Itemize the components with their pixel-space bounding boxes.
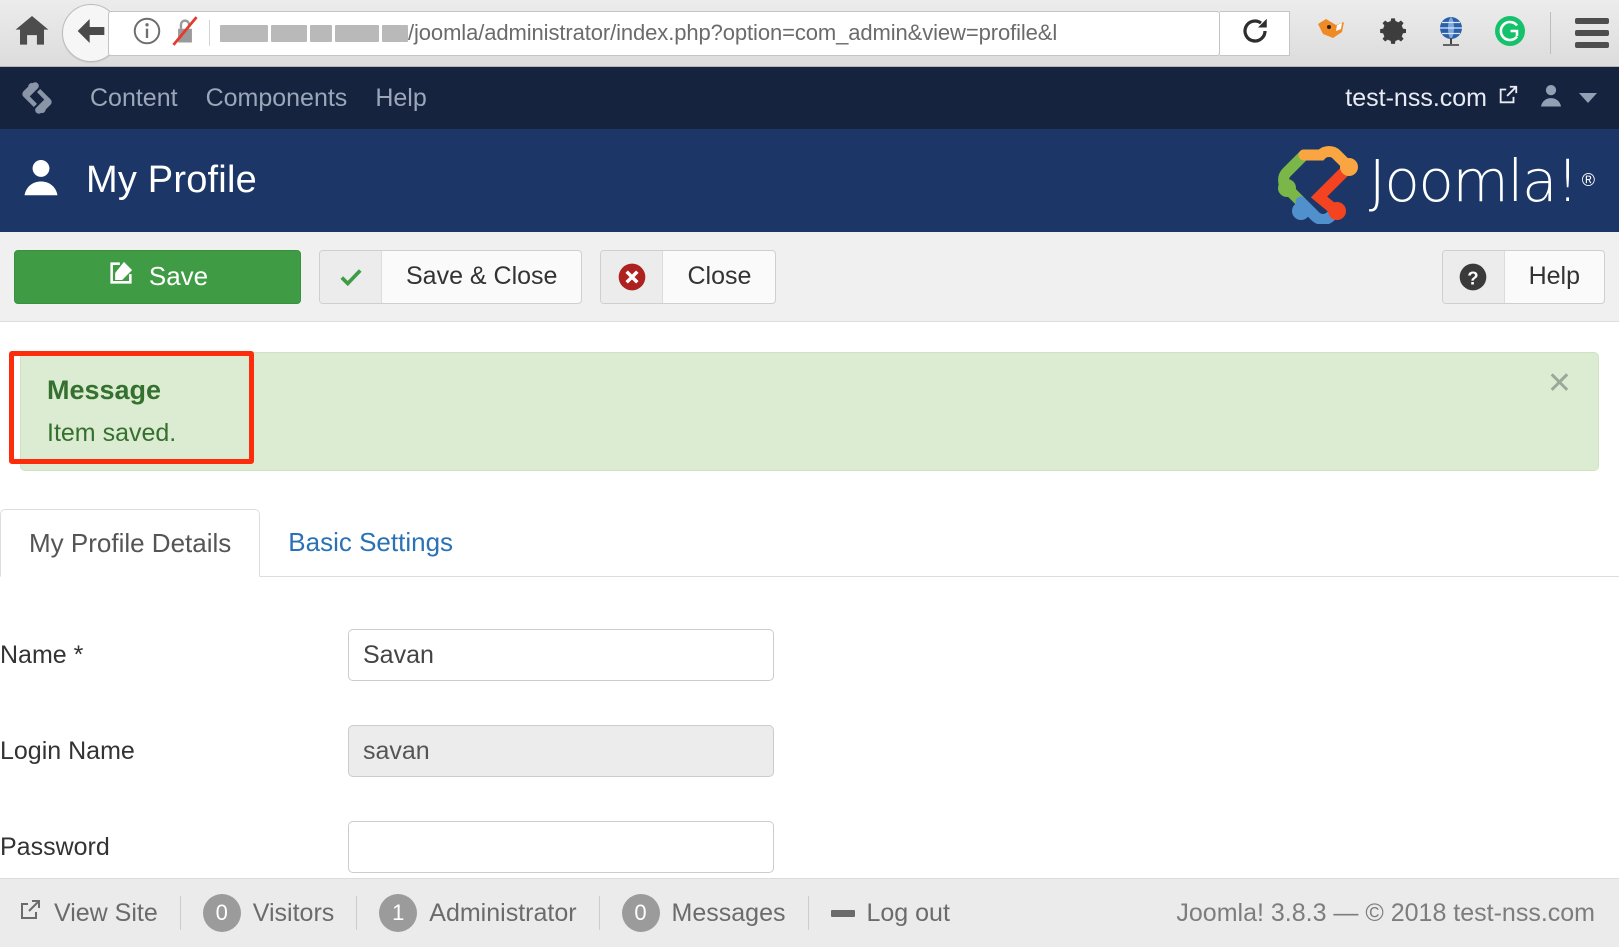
registered-mark: ® (1581, 170, 1595, 190)
save-and-close-label: Save & Close (406, 262, 558, 290)
logout-icon (830, 909, 855, 917)
back-arrow-icon (75, 16, 107, 51)
view-site-label: View Site (54, 898, 158, 927)
question-circle-icon: ? (1442, 250, 1505, 303)
grammarly-icon[interactable] (1494, 15, 1526, 52)
foxyproxy-icon[interactable] (1316, 16, 1350, 51)
site-name-label: test-nss.com (1345, 83, 1487, 112)
tab-label: Basic Settings (288, 526, 454, 557)
status-bar: View Site 0 Visitors 1 Administrator 0 M… (0, 878, 1619, 947)
home-button[interactable] (6, 15, 58, 51)
svg-text:?: ? (1467, 267, 1478, 288)
external-link-icon (1497, 84, 1519, 113)
url-text: /joomla/administrator/index.php?option=c… (408, 20, 1058, 45)
profile-form: Name * Login Name Password (0, 577, 1619, 873)
visitors-count-badge: 0 (202, 894, 241, 932)
name-input[interactable] (348, 629, 774, 681)
user-icon (18, 155, 64, 206)
form-row-name: Name * (0, 629, 1619, 681)
password-input[interactable] (348, 821, 774, 873)
joomla-logo-icon (1277, 145, 1358, 224)
site-name-link[interactable]: test-nss.com (1345, 84, 1519, 113)
joomla-wordmark: Joomla! (1368, 146, 1579, 215)
close-circle-icon (601, 250, 664, 303)
reload-button[interactable] (1220, 10, 1290, 56)
password-label: Password (0, 832, 110, 861)
user-menu-button[interactable] (1537, 82, 1597, 115)
form-row-password: Password (0, 821, 1619, 873)
home-icon (15, 15, 49, 51)
administrator-status[interactable]: 1 Administrator (379, 894, 577, 932)
admin-navbar: Content Components Help test-nss.com (0, 67, 1619, 129)
content-area: Message Item saved. ✕ My Profile Details… (0, 322, 1619, 917)
chevron-down-icon (1579, 93, 1597, 103)
view-site-link[interactable]: View Site (18, 898, 158, 929)
url-bar[interactable]: /joomla/administrator/index.php?option=c… (108, 10, 1220, 56)
alert-heading: Message (47, 375, 162, 405)
nav-item-help[interactable]: Help (361, 67, 440, 129)
login-name-label: Login Name (0, 736, 135, 765)
divider (598, 896, 600, 930)
copyright-text: Joomla! 3.8.3 — © 2018 test-nss.com (1176, 898, 1595, 927)
visitors-label: Visitors (252, 898, 335, 927)
globe-icon[interactable] (1434, 14, 1468, 53)
toolbar: Save Save & Close Close ? Help (0, 232, 1619, 322)
close-button-label: Close (687, 262, 752, 290)
browser-menu-button[interactable] (1565, 18, 1619, 48)
info-circle-icon[interactable] (133, 17, 161, 50)
browser-toolbar: /joomla/administrator/index.php?option=c… (0, 0, 1619, 67)
login-name-input (348, 725, 774, 777)
logout-link[interactable]: Log out (830, 898, 950, 928)
divider (179, 896, 181, 930)
help-button-label: Help (1528, 262, 1580, 290)
page-header: My Profile Joomla! ® (0, 129, 1619, 232)
reload-icon (1240, 16, 1270, 51)
tab-basic-settings[interactable]: Basic Settings (260, 508, 481, 576)
check-icon (320, 250, 382, 303)
administrator-label: Administrator (429, 898, 577, 927)
tab-label: My Profile Details (29, 527, 232, 558)
nav-item-components[interactable]: Components (192, 67, 362, 129)
visitors-status[interactable]: 0 Visitors (202, 894, 335, 932)
success-alert: Message Item saved. ✕ (20, 352, 1599, 471)
help-button[interactable]: ? Help (1441, 249, 1605, 304)
user-icon (1537, 82, 1565, 115)
tab-my-profile-details[interactable]: My Profile Details (0, 509, 261, 577)
external-link-icon (18, 898, 42, 929)
save-and-close-button[interactable]: Save & Close (319, 249, 583, 304)
joomla-brand-logo: Joomla! ® (1271, 138, 1595, 224)
logout-label: Log out (866, 898, 950, 927)
messages-count-badge: 0 (621, 894, 660, 932)
page-title: My Profile (86, 159, 257, 201)
divider (356, 896, 358, 930)
form-row-login-name: Login Name (0, 725, 1619, 777)
nav-item-content[interactable]: Content (76, 67, 192, 129)
save-button-label: Save (148, 261, 209, 291)
broken-lock-icon[interactable] (171, 15, 199, 51)
alert-close-button[interactable]: ✕ (1547, 369, 1572, 399)
gear-icon[interactable] (1376, 15, 1408, 52)
messages-status[interactable]: 0 Messages (621, 894, 786, 932)
administrator-count-badge: 1 (379, 894, 418, 932)
divider (807, 896, 809, 930)
name-label: Name * (0, 640, 84, 669)
redacted-hostname (220, 24, 408, 42)
save-button[interactable]: Save (14, 249, 301, 304)
edit-pencil-square-icon (107, 259, 135, 294)
joomla-logo-mark[interactable] (18, 79, 60, 117)
alert-message: Item saved. (47, 419, 177, 447)
close-button[interactable]: Close (600, 249, 777, 304)
hamburger-menu-icon (1575, 18, 1609, 24)
tab-bar: My Profile Details Basic Settings (0, 509, 1619, 577)
messages-label: Messages (671, 898, 786, 927)
